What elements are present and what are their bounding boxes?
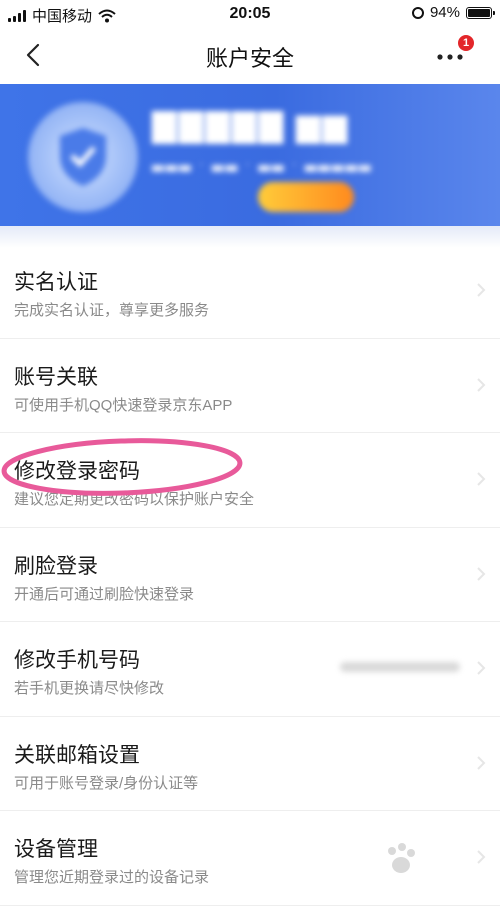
page-title: 账户安全 — [205, 46, 294, 71]
menu-item-real-name[interactable]: 实名认证 完成实名认证，尊享更多服务 — [0, 244, 500, 339]
notification-badge: 1 — [458, 35, 474, 51]
watermark-logo — [380, 839, 490, 879]
promo-banner[interactable]: ▇▇▇▇▇ ▆▆ ▃▃▃ · ▃▃ · ▃▃ · ▃▃▃▃▃ — [0, 84, 500, 234]
menu-item-desc: 完成实名认证，尊享更多服务 — [14, 302, 210, 319]
menu-item-desc: 开通后可通过刷脸快速登录 — [14, 585, 195, 603]
security-menu-list: 实名认证 完成实名认证，尊享更多服务 账号关联 可使用手机QQ快速登录京东APP… — [0, 244, 500, 906]
banner-title-blurred: ▇▇▇▇▇ ▆▆ — [152, 107, 350, 143]
menu-item-desc: 建议您定期更改密码以保护账户安全 — [14, 491, 255, 508]
menu-item-change-password[interactable]: 修改登录密码 建议您定期更改密码以保护账户安全 — [0, 433, 500, 528]
menu-item-account-link[interactable]: 账号关联 可使用手机QQ快速登录京东APP — [0, 339, 500, 433]
menu-item-face-login[interactable]: 刷脸登录 开通后可通过刷脸快速登录 — [0, 528, 500, 622]
masked-phone-number — [340, 662, 460, 672]
menu-item-desc: 可使用手机QQ快速登录京东APP — [14, 396, 233, 414]
menu-item-title: 修改手机号码 — [14, 649, 140, 672]
menu-item-change-phone[interactable]: 修改手机号码 若手机更换请尽快修改 — [0, 622, 500, 717]
status-bar: 中国移动 20:05 94% — [0, 0, 500, 30]
menu-item-desc: 管理您近期登录过的设备记录 — [14, 869, 210, 886]
rotation-lock-icon — [411, 6, 424, 19]
chevron-right-icon — [477, 661, 486, 675]
menu-item-email[interactable]: 关联邮箱设置 可用于账号登录/身份认证等 — [0, 717, 500, 811]
banner-subtitle-blurred: ▃▃▃ · ▃▃ · ▃▃ · ▃▃▃▃▃ — [152, 155, 373, 172]
shield-icon — [28, 102, 138, 212]
more-button[interactable] — [437, 50, 470, 70]
menu-item-desc: 可用于账号登录/身份认证等 — [14, 774, 199, 792]
chevron-right-icon — [477, 283, 486, 297]
menu-item-title: 修改登录密码 — [14, 460, 140, 483]
chevron-right-icon — [477, 755, 486, 770]
nav-bar: 账户安全 1 — [0, 30, 500, 80]
status-right: 94% — [411, 4, 495, 21]
battery-icon — [466, 6, 495, 19]
banner-cta-button[interactable] — [258, 182, 354, 212]
chevron-right-icon — [477, 566, 486, 581]
menu-item-title: 实名认证 — [14, 271, 98, 294]
menu-item-title: 关联邮箱设置 — [14, 743, 140, 767]
menu-item-desc: 若手机更换请尽快修改 — [14, 680, 165, 697]
menu-item-title: 账号关联 — [14, 365, 98, 389]
menu-item-title: 设备管理 — [14, 838, 98, 861]
battery-percent: 94% — [429, 4, 460, 21]
more-icon — [437, 54, 463, 60]
chevron-right-icon — [477, 472, 486, 486]
menu-item-title: 刷脸登录 — [14, 554, 98, 578]
chevron-right-icon — [477, 377, 486, 392]
